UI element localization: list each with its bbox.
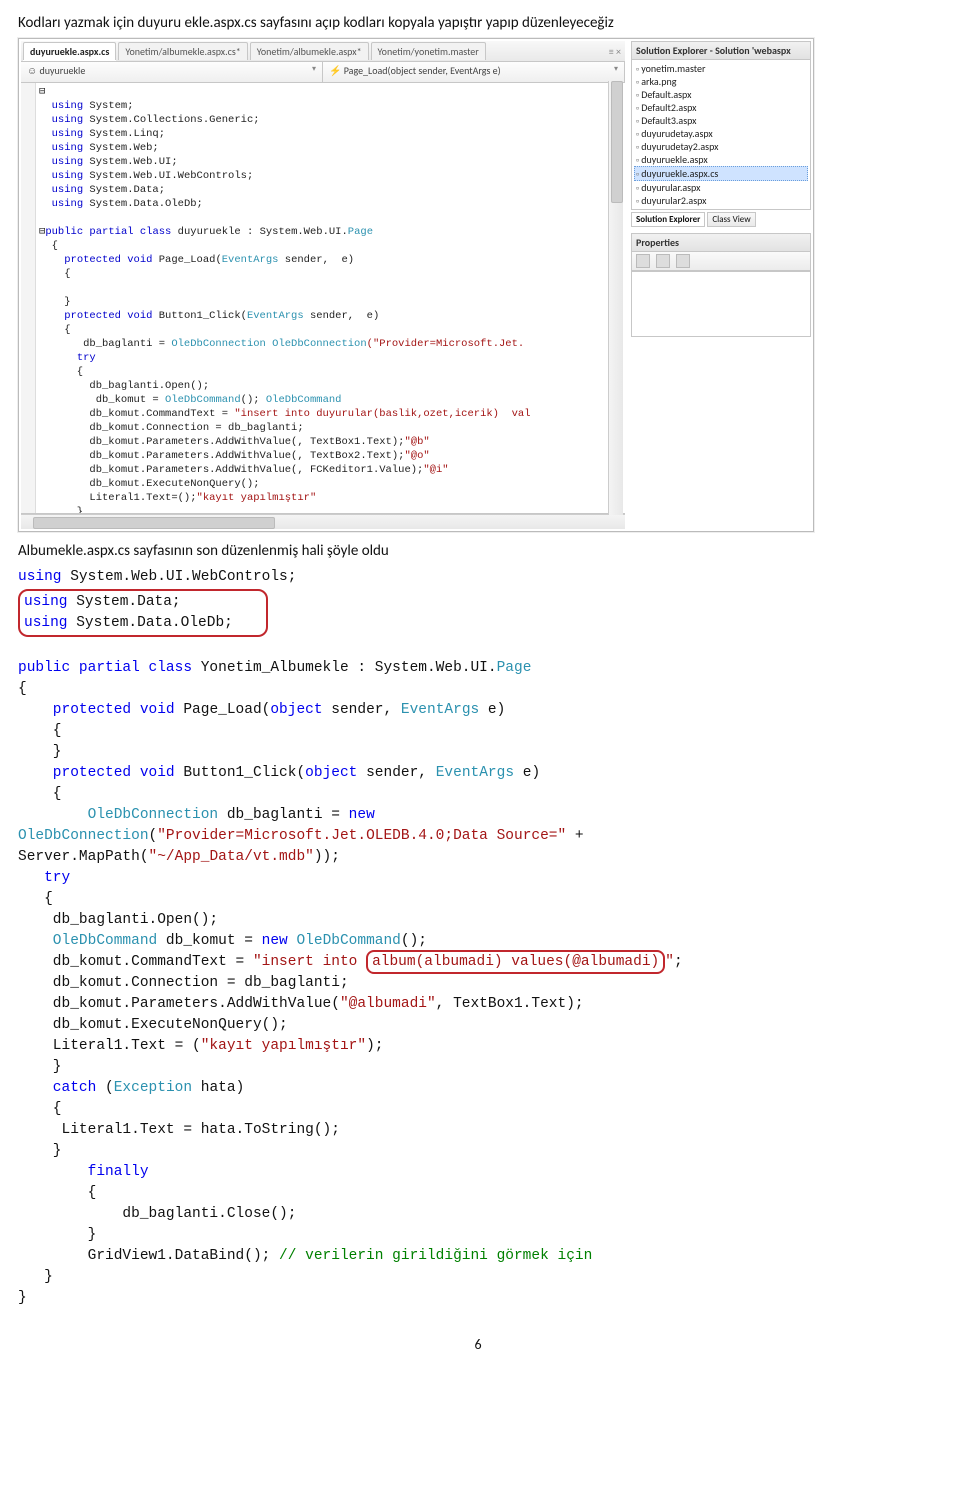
tab[interactable]: Yonetim/albumekle.aspx* — [250, 42, 369, 60]
solution-item[interactable]: Default2.aspx — [634, 101, 808, 114]
code-line: db_komut.Parameters.AddWithValue("@album… — [18, 996, 584, 1012]
code-content: ⊟ using System; using System.Collections… — [39, 85, 531, 514]
code-line: db_komut.CommandText = "insert into albu… — [18, 954, 683, 970]
code-line: Literal1.Text = hata.ToString(); — [18, 1122, 340, 1138]
tab[interactable]: Yonetim/yonetim.master — [371, 42, 486, 60]
code-line: try — [18, 870, 70, 886]
code-line: finally — [18, 1164, 149, 1180]
code-line: } — [18, 1227, 96, 1243]
solution-item[interactable]: Default.aspx — [634, 88, 808, 101]
highlight-imports: using System.Data; using System.Data.Ole… — [18, 589, 268, 637]
code-line: db_komut.Connection = db_baglanti; — [18, 975, 349, 991]
code-line: { — [18, 786, 62, 802]
solution-item[interactable]: yonetim.master — [634, 62, 808, 75]
code-line: { — [18, 1101, 62, 1117]
code-line: } — [18, 744, 62, 760]
code-line: { — [18, 681, 27, 697]
code-line: catch (Exception hata) — [18, 1080, 244, 1096]
solution-item[interactable]: duyurudetay2.aspx — [634, 140, 808, 153]
props-page-icon[interactable] — [676, 254, 690, 268]
doc-subtitle: Albumekle.aspx.cs sayfasının son düzenle… — [18, 542, 938, 560]
code-line: } — [18, 1290, 27, 1306]
highlight-sql: album(albumadi) values(@albumadi) — [366, 950, 665, 974]
nav-member-dropdown[interactable]: ⚡ Page_Load(object sender, EventArgs e)▾ — [323, 62, 625, 82]
solution-item[interactable]: Default3.aspx — [634, 114, 808, 127]
doc-heading: Kodları yazmak için duyuru ekle.aspx.cs … — [18, 14, 938, 32]
solution-item[interactable]: arka.png — [634, 75, 808, 88]
code-line: db_komut.ExecuteNonQuery(); — [18, 1017, 288, 1033]
code-line: db_baglanti.Open(); — [18, 912, 218, 928]
code-line: OleDbConnection db_baglanti = new — [18, 807, 375, 823]
code-line: GridView1.DataBind(); // verilerin giril… — [18, 1248, 592, 1264]
solution-item[interactable]: duyuruekle.aspx — [634, 153, 808, 166]
vs-screenshot: duyuruekle.aspx.cs Yonetim/albumekle.asp… — [18, 38, 814, 532]
code-line: using System.Web.UI.WebControls; — [18, 569, 296, 585]
tab[interactable]: duyuruekle.aspx.cs — [23, 42, 116, 60]
code-line: OleDbCommand db_komut = new OleDbCommand… — [18, 933, 427, 949]
vscrollbar[interactable] — [608, 81, 623, 515]
properties-panel — [631, 271, 811, 337]
code-line: Server.MapPath("~/App_Data/vt.mdb")); — [18, 849, 340, 865]
properties-toolbar — [631, 251, 811, 271]
code-line: protected void Button1_Click(object send… — [18, 765, 540, 781]
nav-class-dropdown[interactable]: ☺ duyuruekle▾ — [21, 62, 323, 82]
editor-nav: ☺ duyuruekle▾ ⚡ Page_Load(object sender,… — [21, 62, 625, 83]
code-line: protected void Page_Load(object sender, … — [18, 702, 505, 718]
props-alpha-icon[interactable] — [656, 254, 670, 268]
code-line: db_baglanti.Close(); — [18, 1206, 296, 1222]
code-line: { — [18, 723, 62, 739]
editor-tabstrip: duyuruekle.aspx.cs Yonetim/albumekle.asp… — [21, 41, 625, 62]
solution-explorer-tab[interactable]: Solution Explorer — [631, 212, 705, 227]
code-gutter — [21, 83, 36, 513]
hscrollbar[interactable] — [21, 514, 625, 529]
class-view-tab[interactable]: Class View — [707, 212, 755, 227]
code-line: { — [18, 1185, 96, 1201]
properties-title: Properties — [631, 233, 811, 251]
page-number: 6 — [18, 1336, 938, 1353]
tab[interactable]: Yonetim/albumekle.aspx.cs* — [118, 42, 247, 60]
code-line: public partial class Yonetim_Albumekle :… — [18, 660, 531, 676]
code-line: } — [18, 1269, 53, 1285]
solution-explorer[interactable]: yonetim.masterarka.pngDefault.aspxDefaul… — [631, 59, 811, 210]
code-line: Literal1.Text = ("kayıt yapılmıştır"); — [18, 1038, 383, 1054]
solution-item[interactable]: duyurular.aspx — [634, 181, 808, 194]
code-line: } — [18, 1143, 62, 1159]
solution-item[interactable]: duyurular2.aspx — [634, 194, 808, 207]
code-line: } — [18, 1059, 62, 1075]
code-editor[interactable]: ⊟ using System; using System.Collections… — [21, 83, 625, 514]
solution-item[interactable]: duyurudetay.aspx — [634, 127, 808, 140]
tab-tools[interactable]: ≡ × — [605, 45, 625, 58]
props-sort-icon[interactable] — [636, 254, 650, 268]
solution-footer-tabs: Solution Explorer Class View — [631, 212, 811, 227]
code-line: { — [18, 891, 53, 907]
code-line: OleDbConnection("Provider=Microsoft.Jet.… — [18, 828, 584, 844]
solution-item[interactable]: duyuruekle.aspx.cs — [634, 166, 808, 181]
solution-explorer-title: Solution Explorer - Solution 'webaspx — [631, 41, 811, 59]
